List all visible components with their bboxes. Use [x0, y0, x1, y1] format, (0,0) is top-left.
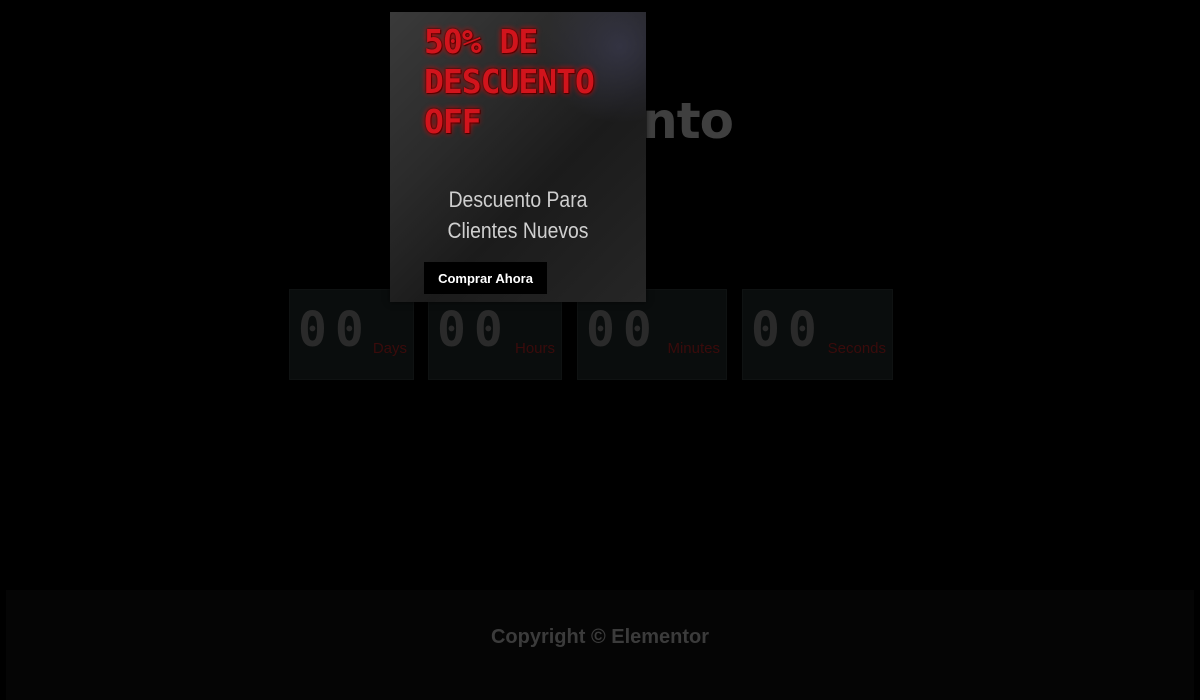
footer: Copyright © Elementor [6, 590, 1194, 700]
copyright-text: Copyright © Elementor [490, 626, 710, 648]
promo-heading: 50% DE DESCUENTO OFF [424, 22, 644, 142]
promo-line: OFF [424, 102, 482, 141]
promo-line: DESCUENTO [424, 62, 595, 101]
subtitle-line: Clientes Nuevos [447, 218, 589, 243]
countdown-seconds: 00 Seconds [742, 289, 893, 380]
countdown-timer: 00 Days 00 Hours 00 Minutes 00 Seconds [0, 289, 1200, 380]
popup-subtitle: Descuento Para Clientes Nuevos [405, 184, 630, 246]
countdown-days: 00 Days [289, 289, 414, 380]
countdown-hours-label: Hours [514, 340, 555, 357]
countdown-days-value: 00 [298, 302, 372, 358]
promo-line: 50% DE [424, 22, 538, 61]
countdown-days-label: Days [372, 340, 407, 357]
countdown-seconds-label: Seconds [827, 340, 886, 357]
countdown-minutes: 00 Minutes [577, 289, 727, 380]
countdown-hours-value: 00 [437, 302, 511, 358]
promo-popup: 50% DE DESCUENTO OFF Descuento Para Clie… [390, 12, 646, 302]
buy-now-button[interactable]: Comprar Ahora [424, 262, 547, 294]
countdown-seconds-value: 00 [751, 302, 825, 358]
subtitle-line: Descuento Para [448, 187, 588, 212]
countdown-hours: 00 Hours [428, 289, 562, 380]
countdown-minutes-label: Minutes [667, 340, 720, 357]
countdown-minutes-value: 00 [586, 302, 660, 358]
